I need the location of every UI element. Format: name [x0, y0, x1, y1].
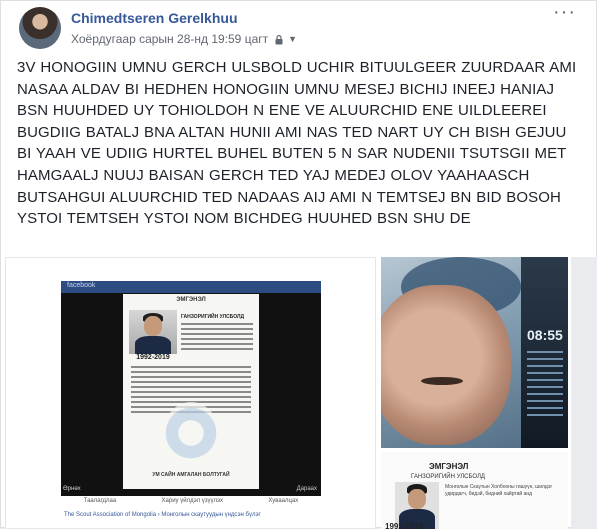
- photo-screenshot-memorial[interactable]: facebook ЭМГЭНЭЛ ГАНЗОРИГИЙН УЛСБОЛД 199…: [5, 257, 376, 529]
- phone-notification-lines: [527, 351, 563, 421]
- author-name[interactable]: Chimedtseren Gerelkhuu: [71, 9, 297, 27]
- share-action: Хуваалцах: [268, 498, 299, 504]
- face-closeup: [381, 285, 511, 445]
- photo-memorial-closeup[interactable]: ЭМГЭНЭЛ ГАНЗОРИГИЙН УЛСБОЛД Монголын Ска…: [381, 452, 568, 529]
- photo-grid: facebook ЭМГЭНЭЛ ГАНЗОРИГИЙН УЛСБОЛД 199…: [1, 257, 597, 529]
- photo-grid-edge: [571, 257, 597, 529]
- like-action: Таалагдлаа: [83, 498, 117, 504]
- privacy-caret-icon[interactable]: ▼: [288, 31, 297, 47]
- phone-clock: 08:55: [527, 327, 563, 343]
- lock-icon[interactable]: [275, 34, 283, 44]
- next-label: Дараах: [296, 486, 317, 492]
- author-avatar[interactable]: [19, 7, 61, 49]
- post-timestamp[interactable]: Хоёрдугаар сарын 28-нд 19:59 цагт: [71, 31, 268, 47]
- memorial-document: ЭМГЭНЭЛ ГАНЗОРИГИЙН УЛСБОЛД 1992-2019 УМ…: [123, 294, 259, 489]
- memorial-text: Монголын Скаутын Холбооны гишүүн, шилдэг…: [445, 484, 553, 497]
- post-body: 3V HONOGIIN UMNU GERCH ULSBOLD UCHIR BIT…: [17, 59, 577, 228]
- post-meta: Chimedtseren Gerelkhuu Хоёрдугаар сарын …: [71, 9, 297, 47]
- link-title-text: The Scout Association of Mongolia: [64, 512, 157, 518]
- doc-footer: УМ САЙН АМГАЛАН БОЛТУГАЙ: [152, 472, 230, 478]
- doc-subtitle: ГАНЗОРИГИЙН УЛСБОЛД: [181, 314, 245, 320]
- doc-years: 1992-2019: [136, 354, 170, 361]
- screen-capture: facebook ЭМГЭНЭЛ ГАНЗОРИГИЙН УЛСБОЛД 199…: [61, 281, 321, 496]
- facebook-post: Chimedtseren Gerelkhuu Хоёрдугаар сарын …: [0, 0, 597, 529]
- scout-emblem-icon: [163, 402, 219, 464]
- memorial-name: ГАНЗОРИГИЙН УЛСБОЛД: [411, 474, 485, 480]
- screen-top-bar: facebook: [61, 281, 321, 293]
- doc-text-lines: ГАНЗОРИГИЙН УЛСБОЛД: [181, 314, 253, 353]
- memorial-title: ЭМГЭНЭЛ: [429, 462, 469, 471]
- doc-title: ЭМГЭНЭЛ: [176, 297, 206, 303]
- photo-selfie-phone[interactable]: 08:55: [381, 257, 568, 448]
- page-link-title: The Scout Association of Mongolia › Монг…: [64, 512, 261, 518]
- post-subline: Хоёрдугаар сарын 28-нд 19:59 цагт ▼: [71, 31, 297, 47]
- previous-label: Өрнөх: [63, 486, 81, 492]
- screen-action-bar: Таалагдлаа Хариу үйлдэл үзүүлэх Хуваалца…: [61, 498, 321, 510]
- more-options-icon[interactable]: ···: [553, 2, 576, 22]
- portrait-photo: [129, 310, 177, 354]
- post-header: Chimedtseren Gerelkhuu Хоёрдугаар сарын …: [19, 7, 297, 51]
- react-action: Хариу үйлдэл үзүүлэх: [161, 498, 223, 504]
- link-breadcrumb-text: Монголын скаутуудын үндсэн бүлэг: [161, 512, 261, 518]
